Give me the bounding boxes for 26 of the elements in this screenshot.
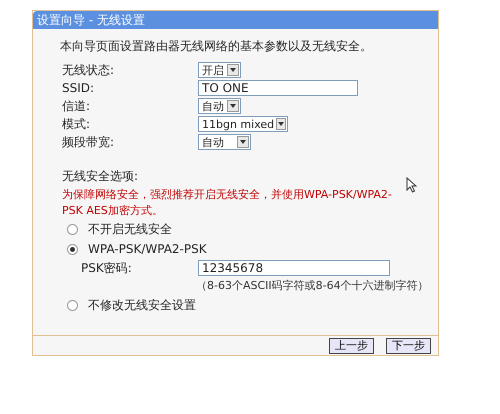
radio-button[interactable] [67,224,78,234]
radio-label: 不开启无线安全 [88,221,172,238]
field-label: 频段带宽: [62,134,116,151]
select-field[interactable]: 开启 [198,62,241,78]
radio-button[interactable] [67,300,78,310]
wizard-button[interactable]: 上一步 [329,338,374,354]
password-field[interactable]: 12345678 [198,260,390,276]
cursor-icon [406,177,417,193]
warning-text: 为保障网络安全，强烈推荐开启无线安全，并使用WPA-PSK/WPA2-PSK AES加密方式。 [61,187,393,219]
field-label: 信道: [62,98,92,115]
field-label: 无线状态: [62,62,116,79]
select-field[interactable]: 自动 [198,134,251,150]
window-title: 设置向导 - 无线设置 [33,11,438,29]
section-title: 无线安全选项: [61,168,140,185]
field-label: 模式: [62,116,92,133]
field-label: SSID: [62,80,96,97]
select-field[interactable]: 自动 [198,98,241,114]
hint-text: （8-63个ASCII码字符或8-64个十六进制字符） [195,278,428,294]
ssid-field[interactable]: TO ONE [198,80,358,96]
radio-button[interactable] [67,244,78,254]
select-field[interactable]: 11bgn mixed [198,116,288,132]
radio-label: 不修改无线安全设置 [88,297,196,314]
radio-label: WPA-PSK/WPA2-PSK [88,241,207,258]
intro-text: 本向导页面设置路由器无线网络的基本参数以及无线安全。 [60,38,373,55]
psk-label: PSK密码: [81,260,133,277]
wizard-button[interactable]: 下一步 [386,338,431,354]
